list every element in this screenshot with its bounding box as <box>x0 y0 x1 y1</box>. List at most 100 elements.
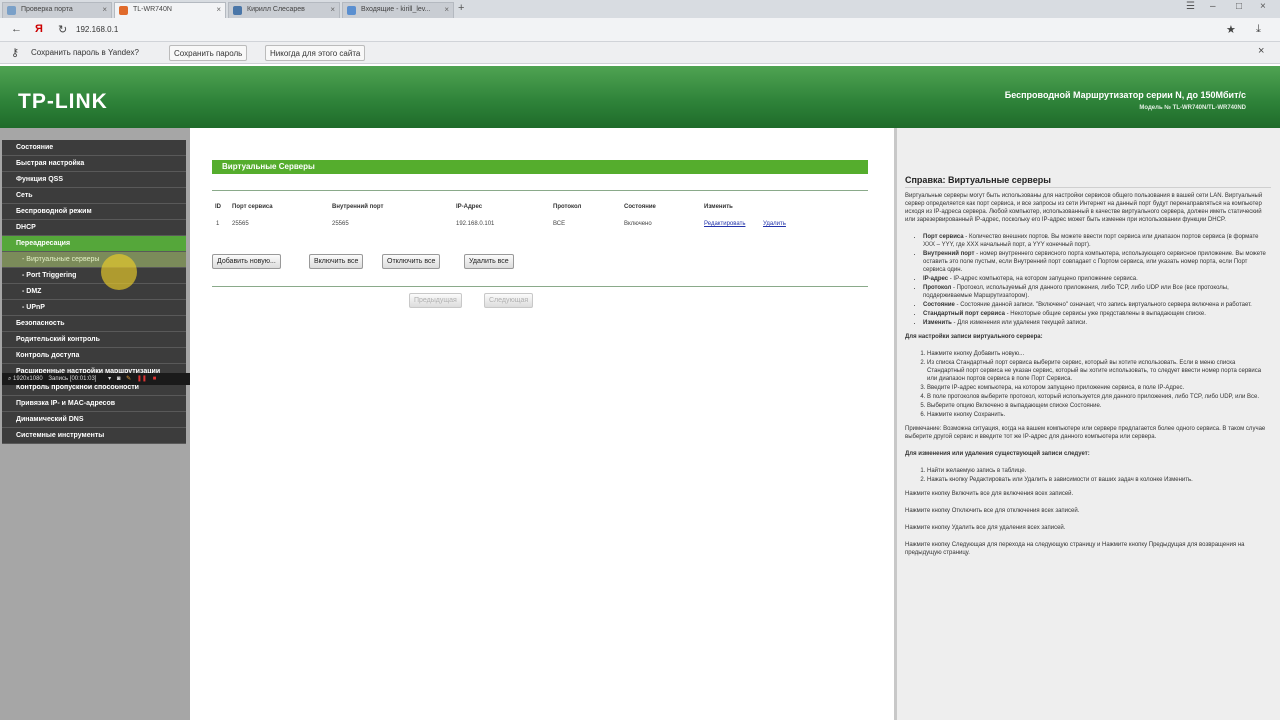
router-title: Беспроводной Маршрутизатор серии N, до 1… <box>1004 90 1246 100</box>
enable-all-button[interactable]: Включить все <box>309 254 364 269</box>
chevron-down-icon[interactable]: ▾ <box>108 376 111 382</box>
help-step: Нажмите кнопку Добавить новую... <box>927 350 1271 358</box>
sidebar-item-dhcp[interactable]: DHCP <box>2 220 186 236</box>
help-step: Из списка Стандартный порт сервиса выбер… <box>927 359 1271 383</box>
col-header-protocol: Протокол <box>553 204 582 210</box>
key-icon: ⚷ <box>11 47 20 59</box>
never-save-button[interactable]: Никогда для этого сайта <box>265 45 366 61</box>
col-header-status: Состояние <box>624 204 656 210</box>
help-bullet: Состояние - Состояние данной записи. "Вк… <box>923 301 1271 309</box>
recorder-status: Запись [00:01:03] <box>48 376 97 382</box>
sidebar-item-parental-control[interactable]: Родительский контроль <box>2 332 186 348</box>
browser-tab-bar: Проверка порта × TL-WR740N × Кирилл Слес… <box>0 0 1280 18</box>
tab-vk[interactable]: Кирилл Слесарев × <box>228 2 340 18</box>
tab-router[interactable]: TL-WR740N × <box>114 2 226 18</box>
sidebar-item-ddns[interactable]: Динамический DNS <box>2 412 186 428</box>
close-icon[interactable]: × <box>330 5 335 14</box>
sidebar-item-port-triggering[interactable]: - Port Triggering <box>2 268 186 284</box>
sidebar-item-wireless[interactable]: Беспроводной режим <box>2 204 186 220</box>
sidebar-item-upnp[interactable]: - UPnP <box>2 300 186 316</box>
help-bullet: Порт сервиса - Количество внешних портов… <box>923 233 1271 249</box>
close-icon[interactable]: × <box>102 5 107 14</box>
tab-port-check[interactable]: Проверка порта × <box>2 2 112 18</box>
close-icon[interactable]: × <box>444 5 449 14</box>
favicon-icon <box>233 6 242 15</box>
help-navigation: Нажмите кнопку Следующая для перехода на… <box>905 542 1245 556</box>
camera-icon[interactable]: ◙ <box>117 376 121 382</box>
sidebar-item-access-control[interactable]: Контроль доступа <box>2 348 186 364</box>
sidebar-item-virtual-servers[interactable]: - Виртуальные серверы <box>2 252 186 268</box>
help-bullet: IP-адрес - IP-адрес компьютера, на котор… <box>923 275 1271 283</box>
delete-link[interactable]: Удалить <box>763 221 786 227</box>
disable-all-button[interactable]: Отключить все <box>382 254 441 269</box>
sidebar-item-network[interactable]: Сеть <box>2 188 186 204</box>
cell-id: 1 <box>216 221 220 227</box>
sidebar-item-qss[interactable]: Функция QSS <box>2 172 186 188</box>
tab-mail[interactable]: Входящие - kirill_lev... × <box>342 2 454 18</box>
favicon-icon <box>7 6 16 15</box>
tp-link-logo: TP-LINK <box>18 90 108 113</box>
help-modify-steps: Найти желаемую запись в таблице. Нажать … <box>905 467 1271 484</box>
new-tab-icon[interactable]: + <box>458 2 464 14</box>
maximize-icon[interactable]: □ <box>1236 1 1242 12</box>
prev-page-button[interactable]: Предыдущая <box>409 293 462 308</box>
pen-icon[interactable]: ✎ <box>126 376 131 382</box>
recorder-bar: ⌕ 1920x1080 Запись [00:01:03] ▾ ◙ ✎ ❚❚ ■ <box>2 373 222 385</box>
main-content: Виртуальные Серверы ID Порт сервиса Внут… <box>190 128 892 720</box>
help-step: Найти желаемую запись в таблице. <box>927 467 1271 475</box>
pause-icon[interactable]: ❚❚ <box>137 376 147 382</box>
download-icon[interactable]: ⤓ <box>1256 23 1261 36</box>
col-header-id: ID <box>215 204 221 210</box>
next-page-button[interactable]: Следующая <box>484 293 534 308</box>
reload-icon[interactable]: ↻ <box>58 23 67 36</box>
minimize-icon[interactable]: – <box>1210 1 1216 12</box>
help-step: Нажмите кнопку Сохранить. <box>927 411 1271 419</box>
help-enable-all: Нажмите кнопку Включить все для включени… <box>905 491 1074 497</box>
tab-label: Проверка порта <box>21 6 73 13</box>
router-header: TP-LINK Беспроводной Маршрутизатор серии… <box>0 66 1280 128</box>
sidebar-item-dmz[interactable]: - DMZ <box>2 284 186 300</box>
bookmark-star-icon[interactable]: ★ <box>1226 23 1236 36</box>
tab-label: TL-WR740N <box>133 6 172 13</box>
router-model: Модель № TL-WR740N/TL-WR740ND <box>1139 105 1246 111</box>
stop-icon[interactable]: ■ <box>153 376 157 382</box>
recorder-resolution: 1920x1080 <box>13 376 43 382</box>
yandex-icon[interactable]: Я <box>35 23 43 35</box>
save-password-button[interactable]: Сохранить пароль <box>169 45 248 61</box>
col-header-internal-port: Внутренний порт <box>332 204 384 210</box>
password-save-bar: ⚷ Сохранить пароль в Yandex? Сохранить п… <box>0 42 1280 64</box>
help-bullet: Протокол - Протокол, используемый для да… <box>923 284 1271 300</box>
menu-icon[interactable]: ☰ <box>1186 1 1195 12</box>
add-new-button[interactable]: Добавить новую... <box>212 254 281 269</box>
help-bullet: Стандартный порт сервиса - Некоторые общ… <box>923 310 1271 318</box>
search-icon[interactable]: ⌕ <box>8 376 11 382</box>
sidebar-item-forwarding[interactable]: Переадресация <box>2 236 186 252</box>
close-window-icon[interactable]: × <box>1260 1 1266 12</box>
close-icon[interactable]: × <box>1258 45 1264 57</box>
help-step: Нажать кнопку Редактировать или Удалить … <box>927 476 1271 484</box>
help-setup-steps: Нажмите кнопку Добавить новую... Из спис… <box>905 350 1271 419</box>
sidebar-item-system-tools[interactable]: Системные инструменты <box>2 428 186 444</box>
back-icon[interactable]: ← <box>11 23 22 35</box>
divider <box>212 190 868 191</box>
help-delete-all: Нажмите кнопку Удалить все для удаления … <box>905 525 1066 531</box>
url-field[interactable]: 192.168.0.1 <box>76 25 118 34</box>
close-icon[interactable]: × <box>216 5 221 14</box>
delete-all-button[interactable]: Удалить все <box>464 254 514 269</box>
address-bar: ← Я ↻ 192.168.0.1 ★ ⤓ <box>0 18 1280 42</box>
cell-ip: 192.168.0.101 <box>456 221 495 227</box>
sidebar-item-ip-mac-binding[interactable]: Привязка IP- и MAC-адресов <box>2 396 186 412</box>
edit-link[interactable]: Редактировать <box>704 221 745 227</box>
col-header-service-port: Порт сервиса <box>232 204 273 210</box>
help-modify-title: Для изменения или удаления существующей … <box>905 451 1090 457</box>
sidebar-item-quick-setup[interactable]: Быстрая настройка <box>2 156 186 172</box>
tab-label: Входящие - kirill_lev... <box>361 6 431 13</box>
sidebar-item-security[interactable]: Безопасность <box>2 316 186 332</box>
help-bullet: Внутренний порт - номер внутреннего серв… <box>923 250 1271 274</box>
sidebar-menu: Состояние Быстрая настройка Функция QSS … <box>2 140 186 444</box>
cell-protocol: ВСЕ <box>553 221 566 227</box>
col-header-ip: IP-Адрес <box>456 204 483 210</box>
cursor-highlight <box>101 254 137 290</box>
help-note: Примечание: Возможна ситуация, когда на … <box>905 426 1266 440</box>
sidebar-item-status[interactable]: Состояние <box>2 140 186 156</box>
